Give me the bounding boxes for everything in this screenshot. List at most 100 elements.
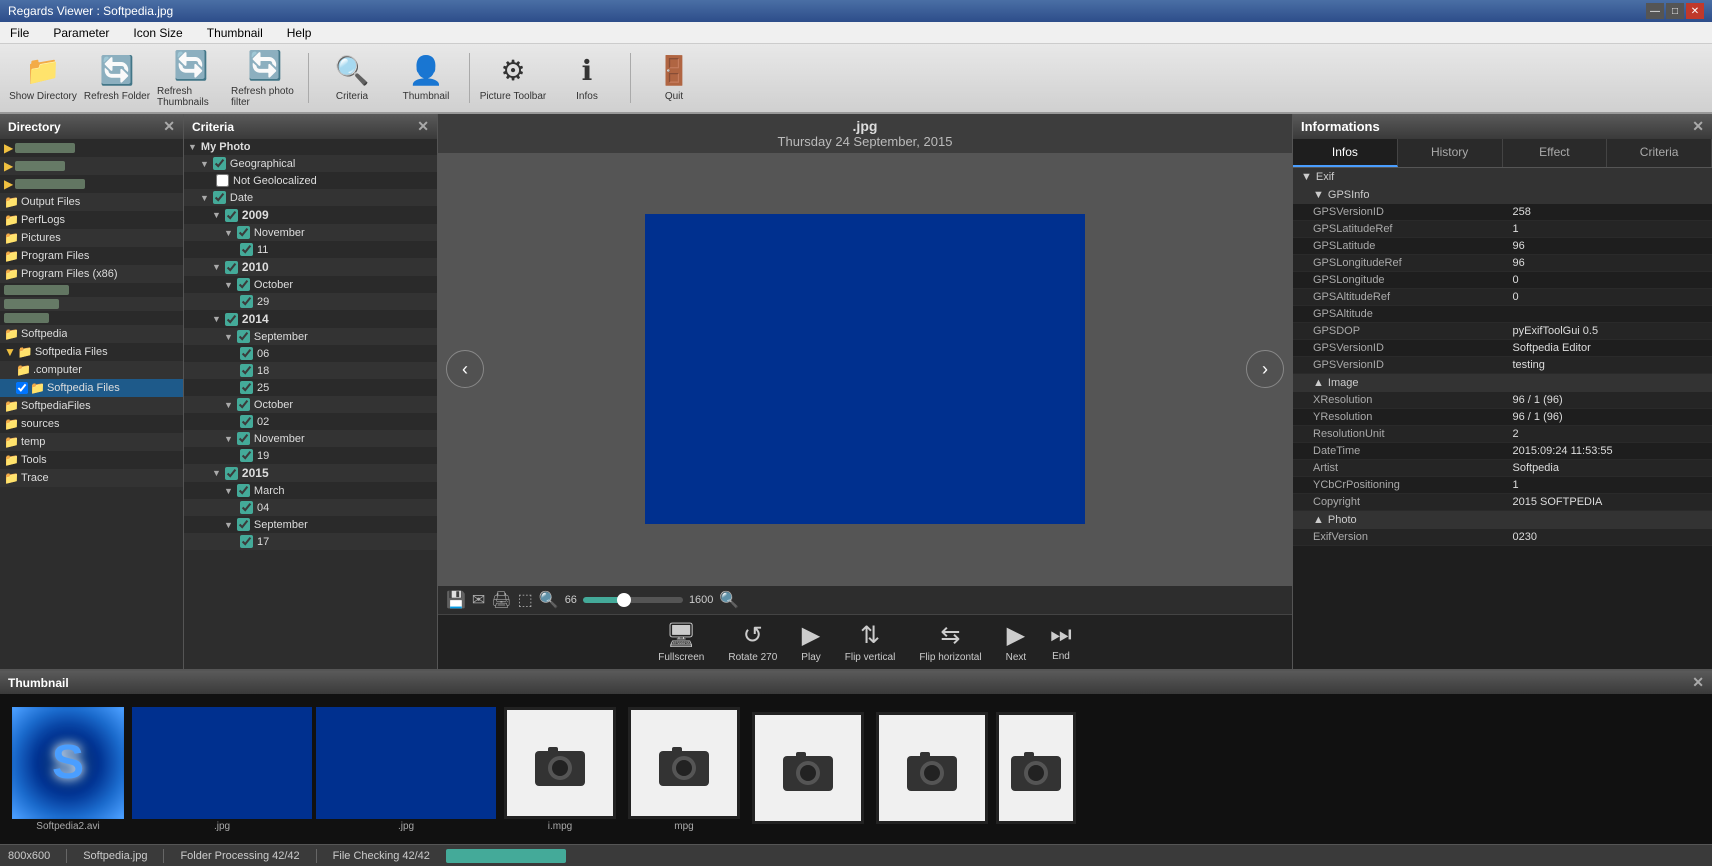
next-button[interactable]: › [1246,350,1284,388]
toolbar-criteria[interactable]: 🔍 Criteria [317,48,387,108]
thumbnail-item[interactable]: S Softpedia2.avi [8,707,128,832]
criteria-day-25[interactable]: 25 [184,379,437,396]
criteria-nov2014-check[interactable] [237,432,250,445]
criteria-day-check[interactable] [240,535,253,548]
criteria-march-check[interactable] [237,484,250,497]
end-button[interactable]: ⏭ End [1050,621,1072,663]
criteria-november-2009[interactable]: ▼ November [184,224,437,241]
dir-item[interactable]: ▶ [0,175,183,193]
criteria-day-check[interactable] [240,295,253,308]
criteria-october-2010[interactable]: ▼ October [184,276,437,293]
criteria-oct-check[interactable] [237,278,250,291]
dir-item-temp[interactable]: 📁 temp [0,433,183,451]
criteria-day-02[interactable]: 02 [184,413,437,430]
gpsinfo-section-header[interactable]: ▼ GPSInfo [1293,186,1712,204]
menu-parameter[interactable]: Parameter [47,24,115,42]
thumbnail-item[interactable]: i.mpg [500,707,620,832]
criteria-geographical-check[interactable] [213,157,226,170]
criteria-2014-check[interactable] [225,313,238,326]
menu-file[interactable]: File [4,24,35,42]
criteria-day-check[interactable] [240,381,253,394]
toolbar-refresh-folder[interactable]: 🔄 Refresh Folder [82,48,152,108]
tab-criteria[interactable]: Criteria [1607,139,1712,167]
thumbnail-item[interactable] [996,712,1076,826]
tab-infos[interactable]: Infos [1293,139,1398,167]
close-button[interactable]: ✕ [1686,3,1704,19]
flip-vertical-button[interactable]: ⇅ Flip vertical [845,621,896,663]
directory-close-button[interactable]: ✕ [163,118,175,135]
criteria-2015[interactable]: ▼ 2015 [184,464,437,482]
criteria-2015-check[interactable] [225,467,238,480]
tab-history[interactable]: History [1398,139,1503,167]
dir-item[interactable]: ▶ [0,157,183,175]
dir-item[interactable] [0,311,183,325]
toolbar-infos[interactable]: ℹ Infos [552,48,622,108]
thumbnail-item[interactable]: mpg [624,707,744,832]
tab-effect[interactable]: Effect [1503,139,1608,167]
criteria-day-06[interactable]: 06 [184,345,437,362]
prev-button[interactable]: ‹ [446,350,484,388]
menu-icon-size[interactable]: Icon Size [127,24,188,42]
criteria-2014[interactable]: ▼ 2014 [184,310,437,328]
criteria-date-check[interactable] [213,191,226,204]
photo-section-header[interactable]: ▲ Photo [1293,511,1712,529]
criteria-day-check[interactable] [240,347,253,360]
toolbar-show-directory[interactable]: 📁 Show Directory [8,48,78,108]
dir-item-pictures[interactable]: 📁 Pictures [0,229,183,247]
menu-help[interactable]: Help [281,24,318,42]
criteria-march-2015[interactable]: ▼ March [184,482,437,499]
criteria-date[interactable]: ▼ Date [184,189,437,206]
dir-item-program-files[interactable]: 📁 Program Files [0,247,183,265]
minimize-button[interactable]: — [1646,3,1664,19]
dir-item[interactable]: ▶ [0,139,183,157]
criteria-2009[interactable]: ▼ 2009 [184,206,437,224]
criteria-sep-check[interactable] [237,330,250,343]
criteria-2009-check[interactable] [225,209,238,222]
criteria-day-11[interactable]: 11 [184,241,437,258]
dir-item-softpedia[interactable]: 📁 Softpedia [0,325,183,343]
toolbar-thumbnail[interactable]: 👤 Thumbnail [391,48,461,108]
maximize-button[interactable]: □ [1666,3,1684,19]
criteria-close-button[interactable]: ✕ [417,118,429,135]
exif-section-header[interactable]: ▼ Exif [1293,168,1712,186]
toolbar-quit[interactable]: 🚪 Quit [639,48,709,108]
thumbnail-strip[interactable]: S Softpedia2.avi .jpg .jpg i.mpg [0,694,1712,844]
criteria-nov-check[interactable] [237,226,250,239]
toolbar-picture-toolbar[interactable]: ⚙ Picture Toolbar [478,48,548,108]
dir-item[interactable] [0,283,183,297]
directory-tree[interactable]: ▶ ▶ ▶ 📁 Output Files 📁 PerfLogs 📁 Pi [0,139,183,669]
dir-item-output-files[interactable]: 📁 Output Files [0,193,183,211]
criteria-day-check[interactable] [240,243,253,256]
thumbnail-close-button[interactable]: ✕ [1692,674,1704,691]
info-close-button[interactable]: ✕ [1692,118,1704,135]
criteria-november-2014[interactable]: ▼ November [184,430,437,447]
criteria-geographical[interactable]: ▼ Geographical [184,155,437,172]
dir-item-computer[interactable]: 📁 .computer [0,361,183,379]
fit-icon[interactable]: ⬚ [518,590,533,610]
criteria-day-check[interactable] [240,415,253,428]
criteria-not-geolocalized[interactable]: Not Geolocalized [184,172,437,189]
criteria-not-geo-check[interactable] [216,174,229,187]
fullscreen-button[interactable]: 🖥 Fullscreen [658,621,704,663]
thumbnail-item[interactable] [748,712,868,826]
zoom-slider[interactable] [583,597,683,603]
dir-checkbox[interactable] [16,382,28,394]
criteria-day-check[interactable] [240,501,253,514]
criteria-september-2014[interactable]: ▼ September [184,328,437,345]
dir-item-tools[interactable]: 📁 Tools [0,451,183,469]
toolbar-refresh-photo-filter[interactable]: 🔄 Refresh photo filter [230,48,300,108]
dir-item-program-files-x86[interactable]: 📁 Program Files (x86) [0,265,183,283]
dir-item-softpediafiles[interactable]: 📁 SoftpediaFiles [0,397,183,415]
criteria-2010-check[interactable] [225,261,238,274]
dir-item-softpedia-files-sub[interactable]: 📁 Softpedia Files [0,379,183,397]
zoom-out-icon[interactable]: 🔍 [539,590,559,610]
dir-item-softpedia-files[interactable]: ▼ 📁 Softpedia Files [0,343,183,361]
dir-item-trace[interactable]: 📁 Trace [0,469,183,487]
criteria-sep2015-check[interactable] [237,518,250,531]
play-button[interactable]: ▶ Play [801,621,820,663]
criteria-my-photo[interactable]: ▼ My Photo [184,139,437,155]
criteria-day-check[interactable] [240,364,253,377]
criteria-day-04[interactable]: 04 [184,499,437,516]
criteria-day-18[interactable]: 18 [184,362,437,379]
next-action-button[interactable]: ▶ Next [1006,621,1027,663]
